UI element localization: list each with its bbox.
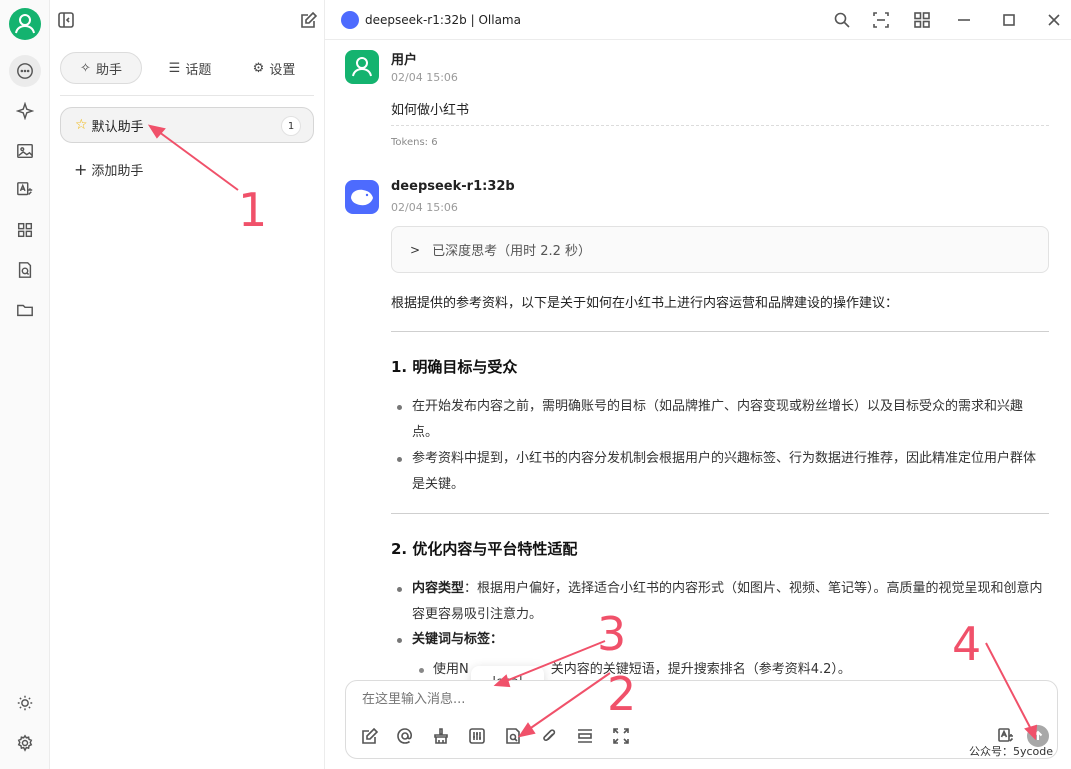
section2-heading: 2. 优化内容与平台特性适配 bbox=[391, 540, 578, 558]
message-input-box bbox=[345, 680, 1058, 759]
assistant-name: 默认助手 bbox=[91, 119, 144, 135]
image-icon[interactable] bbox=[9, 135, 41, 167]
arrow-up-icon bbox=[1033, 730, 1043, 740]
token-count: Tokens: 6 bbox=[391, 137, 438, 148]
context-divider-icon[interactable] bbox=[576, 727, 594, 745]
minimize-icon[interactable] bbox=[955, 11, 973, 29]
assistant-panel: ✧ 助手 ☰ 话题 ⚙ 设置 ☆ 默认助手 1 + 添加助手 bbox=[50, 0, 325, 769]
list-icon: ☰ bbox=[168, 60, 181, 76]
new-chat-edit-icon[interactable] bbox=[300, 11, 318, 29]
user-message-avatar bbox=[345, 50, 379, 84]
plus-icon: + bbox=[74, 160, 88, 179]
thinking-collapse[interactable]: > 已深度思考（用时 2.2 秒） bbox=[391, 226, 1049, 273]
app-window: ✧ 助手 ☰ 话题 ⚙ 设置 ☆ 默认助手 1 + 添加助手 deepseek-… bbox=[0, 0, 1071, 769]
layout-grid-icon[interactable] bbox=[913, 11, 931, 29]
bot-intro-text: 根据提供的参考资料，以下是关于如何在小红书上进行内容运营和品牌建设的操作建议： bbox=[391, 296, 899, 311]
tab-topics-label: 话题 bbox=[185, 62, 212, 78]
message-divider bbox=[391, 125, 1049, 126]
settings-gear-icon[interactable] bbox=[9, 727, 41, 759]
agents-sparkle-icon[interactable] bbox=[9, 95, 41, 127]
bot-message-time: 02/04 15:06 bbox=[391, 201, 458, 214]
watermark-text: 公众号：5ycode bbox=[969, 745, 1054, 758]
add-assistant-button[interactable]: + 添加助手 bbox=[74, 160, 143, 179]
sparkle-icon: ✧ bbox=[80, 60, 91, 76]
search-icon[interactable] bbox=[833, 11, 851, 29]
expand-fullscreen-icon[interactable] bbox=[612, 727, 630, 745]
list-item: 参考资料中提到，小红书的内容分发机制会根据用户的兴趣标签、行为数据进行推荐，因此… bbox=[397, 446, 1048, 498]
attachment-paperclip-icon[interactable] bbox=[540, 727, 558, 745]
gear-icon: ⚙ bbox=[252, 60, 265, 76]
topic-count-badge: 1 bbox=[281, 116, 301, 136]
assistant-item-default[interactable]: ☆ 默认助手 1 bbox=[60, 107, 314, 143]
add-assistant-label: 添加助手 bbox=[91, 164, 144, 179]
new-topic-edit-icon[interactable] bbox=[361, 727, 379, 745]
thinking-label: 已深度思考（用时 2.2 秒） bbox=[432, 244, 592, 259]
tab-topics[interactable]: ☰ 话题 bbox=[150, 52, 230, 84]
horizontal-rule bbox=[391, 331, 1049, 332]
tab-settings[interactable]: ⚙ 设置 bbox=[234, 52, 314, 84]
settings-sliders-icon[interactable] bbox=[468, 727, 486, 745]
screenshot-icon[interactable] bbox=[872, 11, 890, 29]
tab-settings-label: 设置 bbox=[269, 62, 296, 78]
close-icon[interactable] bbox=[1045, 11, 1063, 29]
user-avatar[interactable] bbox=[9, 8, 41, 40]
folder-icon[interactable] bbox=[9, 294, 41, 326]
mention-at-icon[interactable] bbox=[396, 727, 414, 745]
apps-grid-icon[interactable] bbox=[9, 214, 41, 246]
divider bbox=[60, 95, 314, 96]
deepseek-whale-icon bbox=[345, 180, 379, 214]
annotation-number-3: 3 bbox=[597, 607, 627, 661]
annotation-number-1: 1 bbox=[238, 183, 268, 237]
chevron-right-icon: > bbox=[410, 242, 421, 257]
annotation-number-2: 2 bbox=[607, 667, 637, 721]
deepseek-logo-icon bbox=[341, 11, 359, 29]
chat-icon[interactable] bbox=[9, 55, 41, 87]
horizontal-rule bbox=[391, 513, 1049, 514]
user-message-text: 如何做小红书 bbox=[391, 103, 470, 118]
top-bar: deepseek-r1:32b | Ollama bbox=[325, 0, 1071, 40]
knowledge-search-icon[interactable] bbox=[9, 254, 41, 286]
maximize-icon[interactable] bbox=[1000, 11, 1018, 29]
collapse-sidebar-icon[interactable] bbox=[57, 11, 75, 29]
theme-sun-icon[interactable] bbox=[9, 687, 41, 719]
user-message-time: 02/04 15:06 bbox=[391, 71, 458, 84]
knowledge-base-icon[interactable] bbox=[504, 727, 522, 745]
icon-rail bbox=[0, 0, 50, 769]
translate-icon[interactable] bbox=[9, 174, 41, 206]
section1-heading: 1. 明确目标与受众 bbox=[391, 358, 518, 376]
panel-tabs: ✧ 助手 ☰ 话题 ⚙ 设置 bbox=[60, 52, 314, 84]
tab-assistants[interactable]: ✧ 助手 bbox=[60, 52, 142, 84]
clean-broom-icon[interactable] bbox=[432, 727, 450, 745]
model-title[interactable]: deepseek-r1:32b | Ollama bbox=[365, 13, 521, 27]
user-sender-name: 用户 bbox=[391, 53, 418, 68]
tab-assistants-label: 助手 bbox=[95, 62, 122, 78]
list-item: 在开始发布内容之前，需明确账号的目标（如品牌推广、内容变现或粉丝增长）以及目标受… bbox=[397, 394, 1048, 446]
bot-sender-name: deepseek-r1:32b bbox=[391, 179, 515, 194]
annotation-number-4: 4 bbox=[952, 617, 982, 671]
star-icon: ☆ bbox=[75, 117, 88, 133]
